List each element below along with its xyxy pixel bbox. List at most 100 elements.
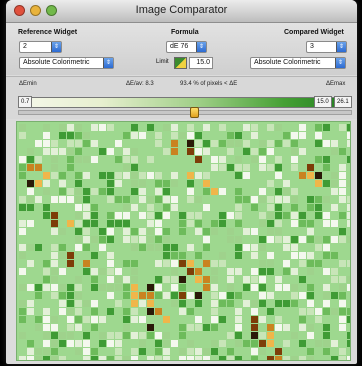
difference-cell xyxy=(219,340,226,347)
difference-cell xyxy=(27,188,34,195)
limit-field[interactable]: 15.0 xyxy=(189,57,213,69)
difference-cell xyxy=(219,212,226,219)
difference-cell xyxy=(187,124,194,131)
difference-cell xyxy=(267,252,274,259)
difference-cell xyxy=(163,124,170,131)
difference-cell xyxy=(83,204,90,211)
difference-cell xyxy=(227,140,234,147)
difference-cell xyxy=(339,308,346,315)
difference-cell xyxy=(275,140,282,147)
difference-cell xyxy=(43,324,50,331)
difference-cell xyxy=(19,172,26,179)
difference-cell xyxy=(219,140,226,147)
difference-cell xyxy=(203,124,210,131)
difference-cell xyxy=(115,212,122,219)
difference-cell xyxy=(307,268,314,275)
difference-cell xyxy=(243,300,250,307)
difference-cell xyxy=(171,244,178,251)
limit-color-swatch[interactable] xyxy=(174,57,187,69)
difference-cell xyxy=(195,132,202,139)
difference-cell xyxy=(323,308,330,315)
difference-cell xyxy=(307,196,314,203)
difference-cell xyxy=(83,220,90,227)
difference-cell xyxy=(171,260,178,267)
difference-cell xyxy=(235,132,242,139)
difference-cell xyxy=(83,212,90,219)
reference-intent-select[interactable]: Absolute Colorimetric ⇕ xyxy=(19,57,114,69)
difference-cell xyxy=(195,148,202,155)
difference-cell xyxy=(51,252,58,259)
reference-index-select[interactable]: 2 ⇕ xyxy=(19,41,62,53)
difference-cell xyxy=(51,164,58,171)
difference-cell xyxy=(59,172,66,179)
difference-cell xyxy=(211,276,218,283)
difference-cell xyxy=(115,268,122,275)
difference-cell xyxy=(203,324,210,331)
difference-cell xyxy=(339,124,346,131)
difference-cell xyxy=(59,188,66,195)
difference-cell xyxy=(99,228,106,235)
difference-cell xyxy=(219,124,226,131)
difference-cell xyxy=(251,228,258,235)
difference-cell xyxy=(147,292,154,299)
difference-cell xyxy=(235,292,242,299)
compared-index-select[interactable]: 3 ⇕ xyxy=(306,41,347,53)
difference-cell xyxy=(147,244,154,251)
difference-cell xyxy=(75,188,82,195)
difference-cell xyxy=(323,300,330,307)
difference-cell xyxy=(43,204,50,211)
difference-cell xyxy=(299,260,306,267)
difference-cell xyxy=(283,180,290,187)
difference-cell xyxy=(155,188,162,195)
difference-cell xyxy=(283,284,290,291)
difference-cell xyxy=(107,228,114,235)
difference-cell xyxy=(187,244,194,251)
difference-cell xyxy=(187,188,194,195)
threshold-slider-knob[interactable] xyxy=(189,107,199,118)
difference-cell xyxy=(251,356,258,360)
difference-cell xyxy=(139,316,146,323)
difference-cell xyxy=(251,244,258,251)
difference-cell xyxy=(123,276,130,283)
difference-cell xyxy=(227,348,234,355)
difference-cell xyxy=(323,252,330,259)
difference-cell xyxy=(251,268,258,275)
difference-cell xyxy=(211,348,218,355)
difference-cell xyxy=(243,284,250,291)
difference-cell xyxy=(227,164,234,171)
difference-cell xyxy=(131,348,138,355)
difference-cell xyxy=(299,212,306,219)
compared-intent-select[interactable]: Absolute Colorimetric ⇕ xyxy=(250,57,346,69)
difference-cell xyxy=(75,220,82,227)
difference-cell xyxy=(307,284,314,291)
difference-cell xyxy=(195,356,202,360)
difference-cell xyxy=(211,292,218,299)
threshold-slider-track[interactable] xyxy=(18,110,352,115)
difference-cell xyxy=(291,244,298,251)
difference-cell xyxy=(147,308,154,315)
difference-cell xyxy=(19,308,26,315)
difference-cell xyxy=(75,276,82,283)
difference-cell xyxy=(307,228,314,235)
formula-select[interactable]: dE 76 ⇕ xyxy=(166,41,207,53)
difference-cell xyxy=(107,308,114,315)
difference-cell xyxy=(307,260,314,267)
difference-cell xyxy=(35,348,42,355)
difference-cell xyxy=(131,356,138,360)
difference-cell xyxy=(331,292,338,299)
difference-cell xyxy=(267,268,274,275)
difference-cell xyxy=(259,340,266,347)
difference-cell xyxy=(275,324,282,331)
difference-cell xyxy=(163,204,170,211)
difference-cell xyxy=(299,316,306,323)
difference-cell xyxy=(251,324,258,331)
difference-cell xyxy=(51,324,58,331)
difference-cell xyxy=(171,284,178,291)
difference-cell xyxy=(131,156,138,163)
difference-cell xyxy=(219,300,226,307)
difference-cell xyxy=(235,252,242,259)
difference-cell xyxy=(19,268,26,275)
difference-cell xyxy=(251,316,258,323)
difference-cell xyxy=(211,188,218,195)
difference-cell xyxy=(75,180,82,187)
